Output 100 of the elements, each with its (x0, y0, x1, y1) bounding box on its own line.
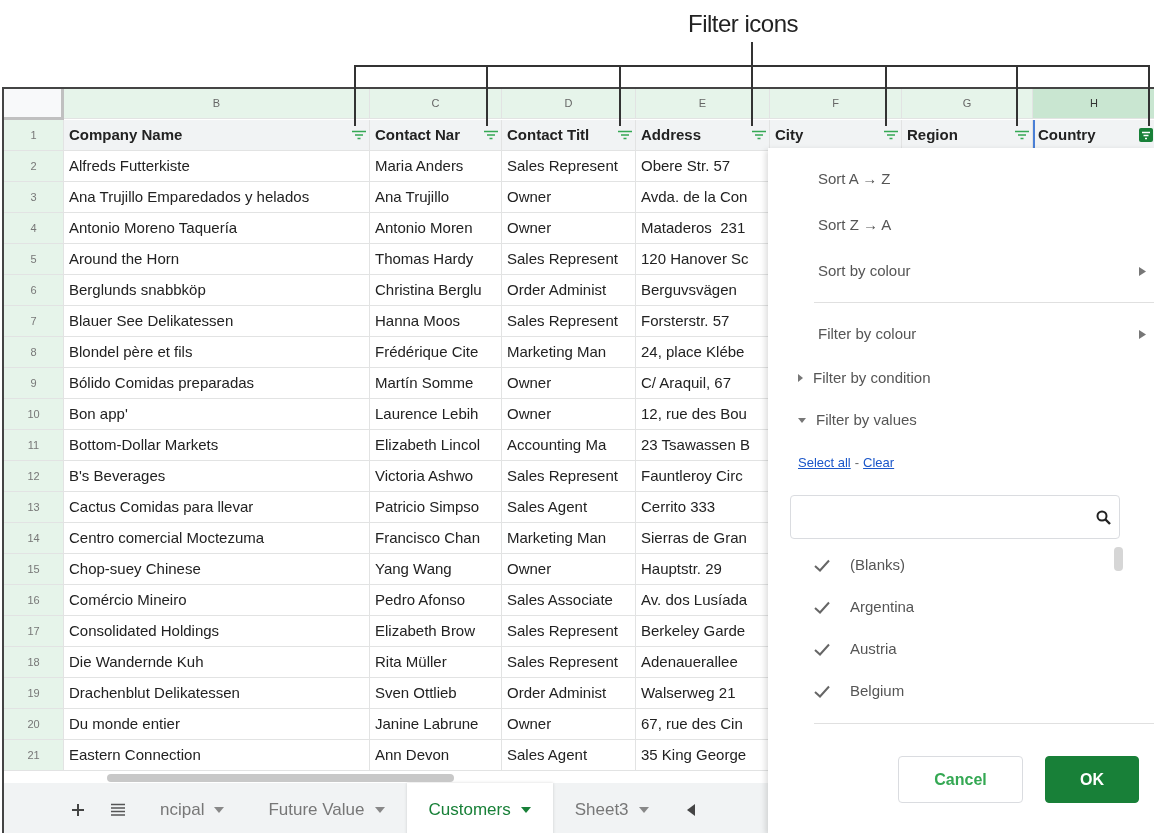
table-cell: Blauer See Delikatessen (64, 306, 370, 337)
sheet-tab[interactable]: Customers (406, 783, 553, 833)
scrollbar-thumb[interactable] (1114, 547, 1123, 571)
column-header[interactable]: D (502, 89, 636, 119)
filter-icon[interactable] (617, 128, 633, 142)
table-cell: Laurence Lebih (370, 399, 502, 430)
scrollbar-thumb[interactable] (107, 774, 454, 782)
table-cell: B's Beverages (64, 461, 370, 492)
table-cell: Sales Agent (502, 740, 636, 771)
column-header[interactable]: B (64, 89, 370, 119)
row-number[interactable]: 3 (4, 182, 64, 213)
table-cell: Sven Ottlieb (370, 678, 502, 709)
ok-button[interactable]: OK (1045, 756, 1139, 803)
row-number[interactable]: 4 (4, 213, 64, 244)
sheet-tab[interactable]: Sheet3 (552, 783, 671, 833)
menu-item[interactable]: Filter by condition (768, 357, 1154, 399)
row-number[interactable]: 9 (4, 368, 64, 399)
table-cell: Order Administ (502, 678, 636, 709)
column-header[interactable]: F (770, 89, 902, 119)
check-icon[interactable] (814, 600, 830, 614)
table-cell: Patricio Simpso (370, 492, 502, 523)
table-cell: Sales Represent (502, 461, 636, 492)
table-cell: Frédérique Cite (370, 337, 502, 368)
table-cell: Owner (502, 182, 636, 213)
table-cell: Ann Devon (370, 740, 502, 771)
row-number[interactable]: 6 (4, 275, 64, 306)
menu-item[interactable]: Sort Z → A (768, 202, 1154, 248)
row-number[interactable]: 13 (4, 492, 64, 523)
check-icon[interactable] (814, 684, 830, 698)
column-header[interactable]: E (636, 89, 770, 119)
filter-icon[interactable] (483, 128, 499, 142)
row-number[interactable]: 20 (4, 709, 64, 740)
column-header[interactable]: H (1033, 89, 1154, 119)
row-number[interactable]: 19 (4, 678, 64, 709)
table-cell: Sales Associate (502, 585, 636, 616)
column-header[interactable]: C (370, 89, 502, 119)
link-separator: - (854, 454, 860, 473)
header-cell-text: Company Name (69, 124, 183, 145)
filter-icon[interactable] (351, 128, 367, 142)
row-number[interactable]: 1 (4, 120, 64, 151)
submenu-arrow-icon (1139, 266, 1146, 276)
table-cell: Antonio Moreno Taquería (64, 213, 370, 244)
table-cell: Marketing Man (502, 337, 636, 368)
row-number[interactable]: 15 (4, 554, 64, 585)
table-cell: Bon app' (64, 399, 370, 430)
filter-icon[interactable] (1139, 128, 1153, 142)
select-all-corner[interactable] (4, 89, 64, 120)
list-icon (111, 803, 125, 816)
text-link[interactable]: Select all (798, 453, 851, 473)
filter-icon[interactable] (883, 128, 899, 142)
row-number[interactable]: 5 (4, 244, 64, 275)
menu-item[interactable]: Filter by colour (768, 311, 1154, 357)
search-field[interactable] (790, 495, 1120, 539)
row-number[interactable]: 12 (4, 461, 64, 492)
table-cell: Owner (502, 368, 636, 399)
text-link[interactable]: Clear (863, 453, 895, 473)
row-number[interactable]: 8 (4, 337, 64, 368)
sheet-tab[interactable]: Future Value (246, 783, 407, 833)
table-cell: Janine Labrune (370, 709, 502, 740)
row-number[interactable]: 2 (4, 151, 64, 182)
table-cell: Sales Represent (502, 306, 636, 337)
row-number[interactable]: 7 (4, 306, 64, 337)
row-number[interactable]: 17 (4, 616, 64, 647)
table-cell: Blondel père et fils (64, 337, 370, 368)
check-icon[interactable] (814, 642, 830, 656)
filter-icon[interactable] (1014, 128, 1030, 142)
table-cell: Elizabeth Brow (370, 616, 502, 647)
value-label: Argentina (850, 596, 915, 617)
table-cell: Cactus Comidas para llevar (64, 492, 370, 523)
callout-label: Filter icons (688, 10, 799, 37)
menu-item[interactable]: Filter by values (768, 399, 1154, 441)
table-cell: Drachenblut Delikatessen (64, 678, 370, 709)
value-label: (Blanks) (850, 554, 905, 575)
table-cell: Owner (502, 554, 636, 585)
table-cell: Die Wandernde Kuh (64, 647, 370, 678)
header-cell-text: Address (641, 124, 702, 145)
table-cell: Chop-suey Chinese (64, 554, 370, 585)
table-cell: Comércio Mineiro (64, 585, 370, 616)
cancel-button[interactable]: Cancel (898, 756, 1023, 803)
menu-item[interactable]: Sort A → Z (768, 156, 1154, 202)
header-cell-text: Contact Nar (375, 124, 460, 145)
menu-item[interactable]: Sort by colour (768, 248, 1154, 294)
table-cell: Owner (502, 213, 636, 244)
table-cell: Sales Represent (502, 647, 636, 678)
caret-icon (520, 806, 531, 813)
row-number[interactable]: 11 (4, 430, 64, 461)
table-cell: Marketing Man (502, 523, 636, 554)
sheet-tab[interactable]: ncipal (138, 783, 247, 833)
plus-icon (71, 802, 85, 817)
table-cell: Ana Trujillo Emparedados y helados (64, 182, 370, 213)
row-number[interactable]: 18 (4, 647, 64, 678)
check-icon[interactable] (814, 558, 830, 572)
table-cell: Bólido Comidas preparadas (64, 368, 370, 399)
table-cell: Hanna Moos (370, 306, 502, 337)
row-number[interactable]: 21 (4, 740, 64, 771)
column-header[interactable]: G (902, 89, 1033, 119)
row-number[interactable]: 16 (4, 585, 64, 616)
row-number[interactable]: 14 (4, 523, 64, 554)
filter-icon[interactable] (751, 128, 767, 142)
row-number[interactable]: 10 (4, 399, 64, 430)
